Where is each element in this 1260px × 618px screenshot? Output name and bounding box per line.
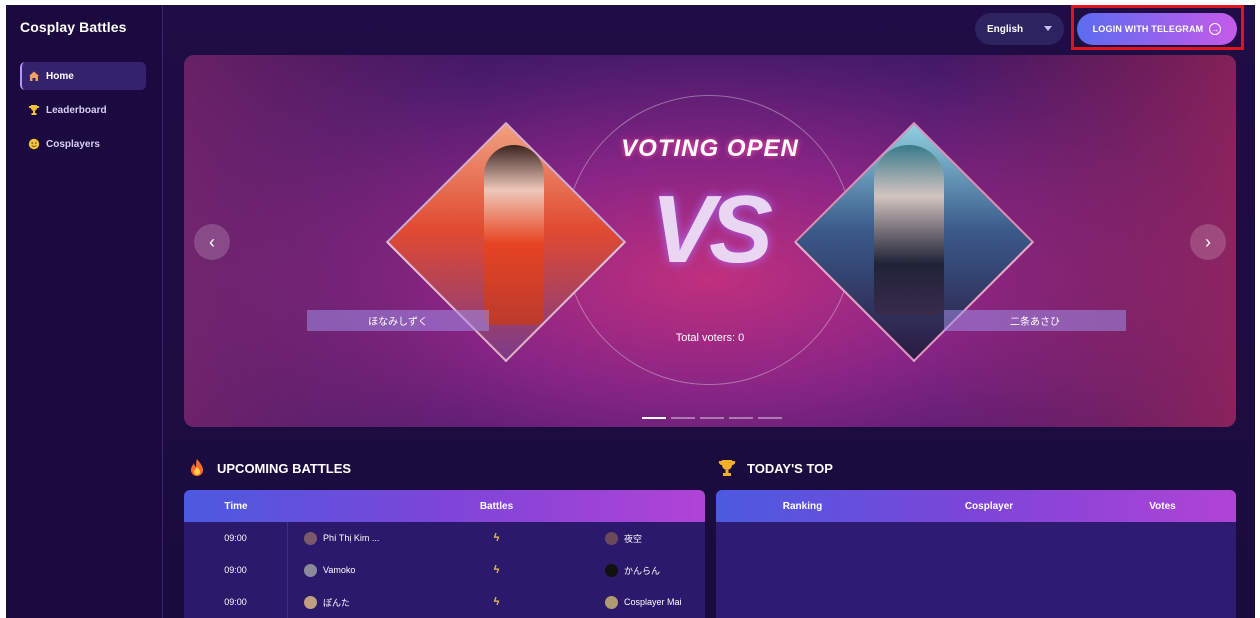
vs-logo: VS	[650, 176, 773, 283]
login-button-label: LOGIN WITH TELEGRAM	[1092, 24, 1204, 34]
right-cosplayer-figure	[874, 145, 944, 315]
upcoming-battles-heading: UPCOMING BATTLES	[187, 458, 351, 478]
sidebar-nav: Home Leaderboard Cosplayers	[20, 62, 146, 164]
sidebar-item-cosplayers[interactable]: Cosplayers	[20, 130, 146, 158]
trophy-icon	[28, 104, 40, 116]
total-voters: Total voters: 0	[675, 332, 745, 344]
todays-top-title: TODAY'S TOP	[747, 460, 833, 476]
chevron-down-icon	[1044, 26, 1052, 31]
login-telegram-button[interactable]: LOGIN WITH TELEGRAM →	[1077, 13, 1237, 45]
trophy-icon	[717, 458, 737, 478]
battle-time: 09:00	[184, 554, 288, 586]
upcoming-battles-table: Time Battles 09:00 Phí Thị Kim ... ϟ 夜空 …	[184, 490, 705, 618]
table-header: Ranking Cosplayer Votes	[716, 490, 1236, 522]
sidebar-item-label: Home	[46, 70, 74, 82]
table-header: Time Battles	[184, 490, 705, 522]
voting-open-headline: VOTING OPEN	[621, 135, 799, 162]
chevron-left-icon: ‹	[209, 231, 215, 252]
login-arrow-icon: →	[1209, 23, 1222, 35]
battle-banner[interactable]: VOTING OPEN VS Total voters: 0 ほなみしずく 二条…	[184, 55, 1236, 427]
column-header-battles: Battles	[479, 500, 514, 512]
sidebar: Cosplay Battles Home Leaderboard Cosplay…	[6, 5, 163, 618]
home-icon	[28, 70, 40, 82]
battle-time: 09:00	[184, 586, 288, 618]
table-row[interactable]: 09:00 ぽんた ϟ Cosplayer Mai	[184, 586, 705, 618]
sidebar-item-home[interactable]: Home	[20, 62, 146, 90]
avatar	[304, 595, 317, 609]
player-name: Vamoko	[323, 565, 356, 575]
avatar	[605, 563, 618, 577]
player-name: かんらん	[624, 565, 661, 576]
battle-time: 09:00	[184, 522, 288, 554]
carousel-prev-button[interactable]: ‹	[194, 224, 230, 260]
todays-top-heading: TODAY'S TOP	[717, 458, 833, 478]
table-row[interactable]: 09:00 Phí Thị Kim ... ϟ 夜空	[184, 522, 705, 554]
cosplayer-face-icon	[28, 138, 40, 150]
carousel-dot[interactable]	[671, 417, 695, 419]
left-cosplayer-figure	[484, 145, 544, 325]
right-cosplayer-name[interactable]: 二条あさひ	[944, 310, 1126, 331]
carousel-dot[interactable]	[758, 417, 782, 419]
todays-top-table: Ranking Cosplayer Votes	[716, 490, 1236, 618]
avatar	[304, 531, 317, 545]
language-value: English	[987, 23, 1024, 35]
column-header-votes: Votes	[1149, 500, 1176, 512]
battle-player-b[interactable]: Cosplayer Mai	[555, 595, 705, 609]
vs-icon: ϟ	[493, 564, 500, 576]
table-row[interactable]: 09:00 Vamoko ϟ かんらん	[184, 554, 705, 586]
player-name: Phí Thị Kim ...	[323, 533, 380, 543]
player-name: ぽんた	[323, 597, 351, 608]
carousel-next-button[interactable]: ›	[1190, 224, 1226, 260]
column-header-ranking: Ranking	[782, 500, 823, 512]
brand-title[interactable]: Cosplay Battles	[20, 19, 127, 35]
vs-icon: ϟ	[493, 596, 500, 608]
carousel-dot[interactable]	[729, 417, 753, 419]
fire-icon	[187, 458, 207, 478]
chevron-right-icon: ›	[1205, 231, 1211, 252]
battle-player-b[interactable]: 夜空	[555, 531, 705, 545]
battle-player-a[interactable]: Phí Thị Kim ...	[288, 531, 438, 545]
battle-player-b[interactable]: かんらん	[555, 563, 705, 577]
avatar	[605, 595, 618, 609]
column-header-time: Time	[224, 500, 248, 512]
player-name: 夜空	[624, 533, 643, 544]
column-header-cosplayer: Cosplayer	[964, 500, 1014, 512]
battle-player-a[interactable]: Vamoko	[288, 563, 438, 577]
left-cosplayer-name[interactable]: ほなみしずく	[307, 310, 489, 331]
carousel-dot[interactable]	[700, 417, 724, 419]
avatar	[304, 563, 317, 577]
sidebar-item-label: Leaderboard	[46, 104, 107, 116]
vs-icon: ϟ	[493, 532, 500, 544]
player-name: Cosplayer Mai	[624, 597, 682, 607]
app-window: Cosplay Battles Home Leaderboard Cosplay…	[6, 5, 1255, 618]
carousel-dot[interactable]	[642, 417, 666, 419]
sidebar-item-label: Cosplayers	[46, 138, 100, 150]
upcoming-battles-title: UPCOMING BATTLES	[217, 460, 352, 476]
language-select[interactable]: English	[975, 13, 1064, 45]
sidebar-item-leaderboard[interactable]: Leaderboard	[20, 96, 146, 124]
main-content: English LOGIN WITH TELEGRAM → VOTING OPE…	[163, 5, 1255, 618]
battle-player-a[interactable]: ぽんた	[288, 595, 438, 609]
carousel-dots	[642, 417, 782, 419]
avatar	[605, 531, 618, 545]
